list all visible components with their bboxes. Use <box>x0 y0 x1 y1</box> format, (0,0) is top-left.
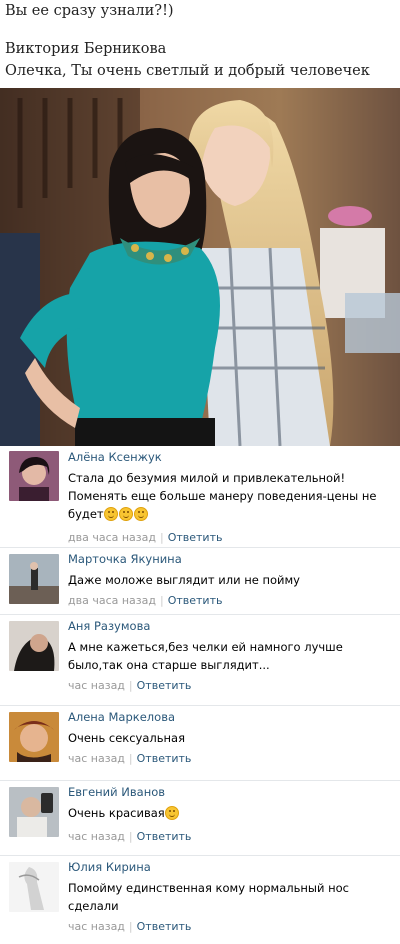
comment-time[interactable]: час назад <box>68 920 125 933</box>
comment-meta: час назад | Ответить <box>68 830 192 843</box>
comment-meta: два часа назад | Ответить <box>68 531 223 544</box>
avatar[interactable] <box>9 451 59 501</box>
post-photo[interactable] <box>0 88 400 446</box>
comment-time[interactable]: час назад <box>68 830 125 843</box>
comment-meta: час назад | Ответить <box>68 752 192 765</box>
comment-item: Алёна Ксенжук Стала до безумия милой и п… <box>0 446 400 547</box>
comment-time[interactable]: два часа назад <box>68 594 156 607</box>
comment-text: А мне кажеться,без челки ей намного лучш… <box>68 640 343 672</box>
comment-text: Помойму единственная кому нормальный нос… <box>68 881 349 913</box>
comment-author[interactable]: Аня Разумова <box>68 619 394 633</box>
avatar[interactable] <box>9 787 59 837</box>
comment-meta: час назад | Ответить <box>68 679 192 692</box>
post-line-caption: Олечка, Ты очень светлый и добрый челове… <box>5 63 370 79</box>
smile-emoji-icons <box>103 507 149 526</box>
comment-item: Алена Маркелова Очень сексуальная час на… <box>0 705 400 780</box>
comment-author[interactable]: Алёна Ксенжук <box>68 450 394 464</box>
comment-time[interactable]: час назад <box>68 752 125 765</box>
smile-emoji-icon <box>164 806 180 825</box>
post-text: Вы ее сразу узнали?!) Виктория Берникова… <box>5 0 397 82</box>
comment-text: Очень сексуальная <box>68 731 186 745</box>
comment-item: Евгений Иванов Очень красивая час назад |… <box>0 780 400 855</box>
reply-button[interactable]: Ответить <box>137 830 192 843</box>
avatar[interactable] <box>9 554 59 604</box>
reply-button[interactable]: Ответить <box>137 679 192 692</box>
avatar[interactable] <box>9 862 59 912</box>
comments-list: Алёна Ксенжук Стала до безумия милой и п… <box>0 446 400 944</box>
comment-item: Аня Разумова А мне кажеться,без челки ей… <box>0 614 400 705</box>
comment-author[interactable]: Алена Маркелова <box>68 710 394 724</box>
comment-text: Даже моложе выглядит или не пойму <box>68 573 300 587</box>
comment-time[interactable]: час назад <box>68 679 125 692</box>
reply-button[interactable]: Ответить <box>168 531 223 544</box>
reply-button[interactable]: Ответить <box>137 752 192 765</box>
comment-author[interactable]: Марточка Якунина <box>68 552 394 566</box>
avatar[interactable] <box>9 621 59 671</box>
reply-button[interactable]: Ответить <box>137 920 192 933</box>
comment-meta: два часа назад | Ответить <box>68 594 223 607</box>
comment-time[interactable]: два часа назад <box>68 531 156 544</box>
avatar[interactable] <box>9 712 59 762</box>
comment-text: Стала до безумия милой и привлекательной… <box>68 469 394 526</box>
comment-item: Марточка Якунина Даже моложе выглядит ил… <box>0 547 400 614</box>
reply-button[interactable]: Ответить <box>168 594 223 607</box>
comment-author[interactable]: Евгений Иванов <box>68 785 394 799</box>
comment-text: Очень красивая <box>68 804 394 825</box>
comment-author[interactable]: Юлия Кирина <box>68 860 394 874</box>
comment-meta: час назад | Ответить <box>68 920 192 933</box>
post-line-name: Виктория Берникова <box>5 41 167 57</box>
comment-item: Юлия Кирина Помойму единственная кому но… <box>0 855 400 944</box>
post-line-question: Вы ее сразу узнали?!) <box>5 3 174 19</box>
